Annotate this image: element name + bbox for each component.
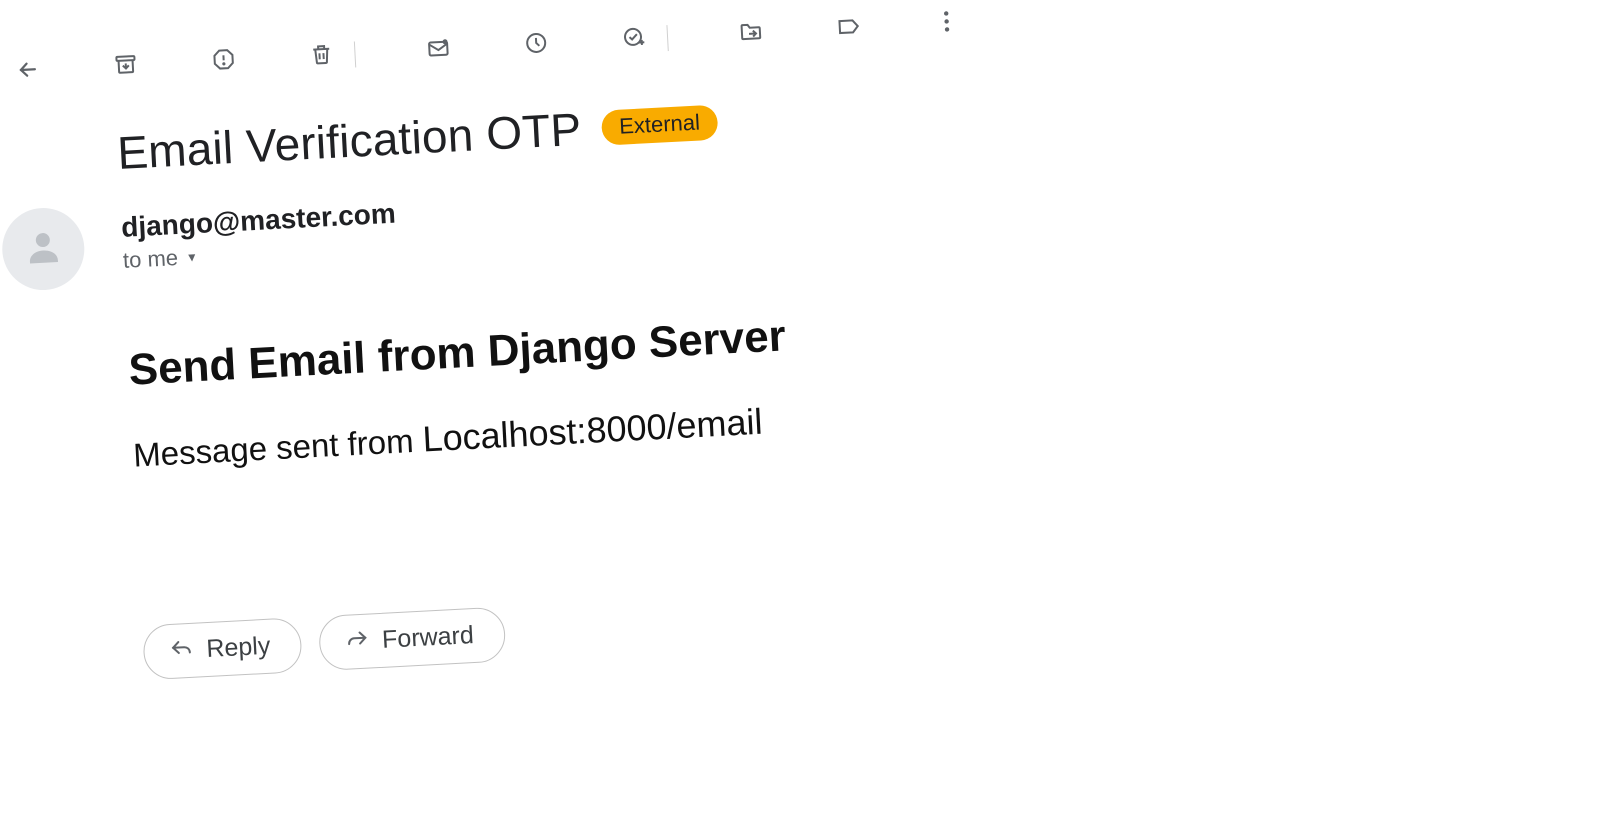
delete-button[interactable]: [297, 32, 345, 80]
mark-unread-icon: [426, 35, 451, 65]
snooze-button[interactable]: [512, 21, 560, 69]
reply-icon: [170, 636, 193, 666]
add-to-tasks-icon: [621, 25, 646, 55]
back-arrow-icon: [15, 56, 40, 86]
sender-avatar[interactable]: [0, 206, 86, 292]
archive-button[interactable]: [102, 42, 150, 90]
toolbar-divider: [354, 41, 356, 67]
forward-button[interactable]: Forward: [318, 606, 506, 671]
recipient-text: to me: [122, 245, 178, 274]
forward-icon: [345, 627, 368, 657]
reply-label: Reply: [206, 632, 271, 664]
reply-button[interactable]: Reply: [142, 617, 303, 680]
email-body: Send Email from Django Server Message se…: [127, 273, 1522, 476]
body-text-pre: Message sent from: [132, 421, 423, 473]
person-icon: [21, 224, 65, 273]
actions-row: Reply Forward: [142, 553, 1533, 681]
email-subject: Email Verification OTP: [116, 102, 583, 180]
archive-icon: [113, 51, 138, 81]
forward-label: Forward: [381, 621, 474, 655]
labels-button[interactable]: [825, 4, 873, 52]
report-spam-button[interactable]: [200, 37, 248, 85]
back-button[interactable]: [4, 47, 52, 95]
stage: Email Verification OTP External django@m…: [0, 0, 1600, 840]
chevron-down-icon: ▼: [186, 250, 199, 265]
move-to-icon: [738, 19, 763, 49]
mark-unread-button[interactable]: [414, 26, 462, 74]
trash-icon: [309, 41, 334, 71]
add-to-tasks-button[interactable]: [610, 16, 658, 64]
email-panel: Email Verification OTP External django@m…: [0, 0, 1600, 840]
toolbar-divider: [666, 25, 668, 51]
labels-icon: [836, 13, 861, 43]
move-to-button[interactable]: [727, 10, 775, 58]
snooze-icon: [524, 30, 549, 60]
more-actions-button[interactable]: [923, 0, 971, 48]
more-vertical-icon: [943, 10, 950, 37]
external-badge: External: [600, 104, 718, 145]
body-url: Localhost:8000/email: [421, 401, 763, 460]
report-spam-icon: [211, 46, 236, 76]
